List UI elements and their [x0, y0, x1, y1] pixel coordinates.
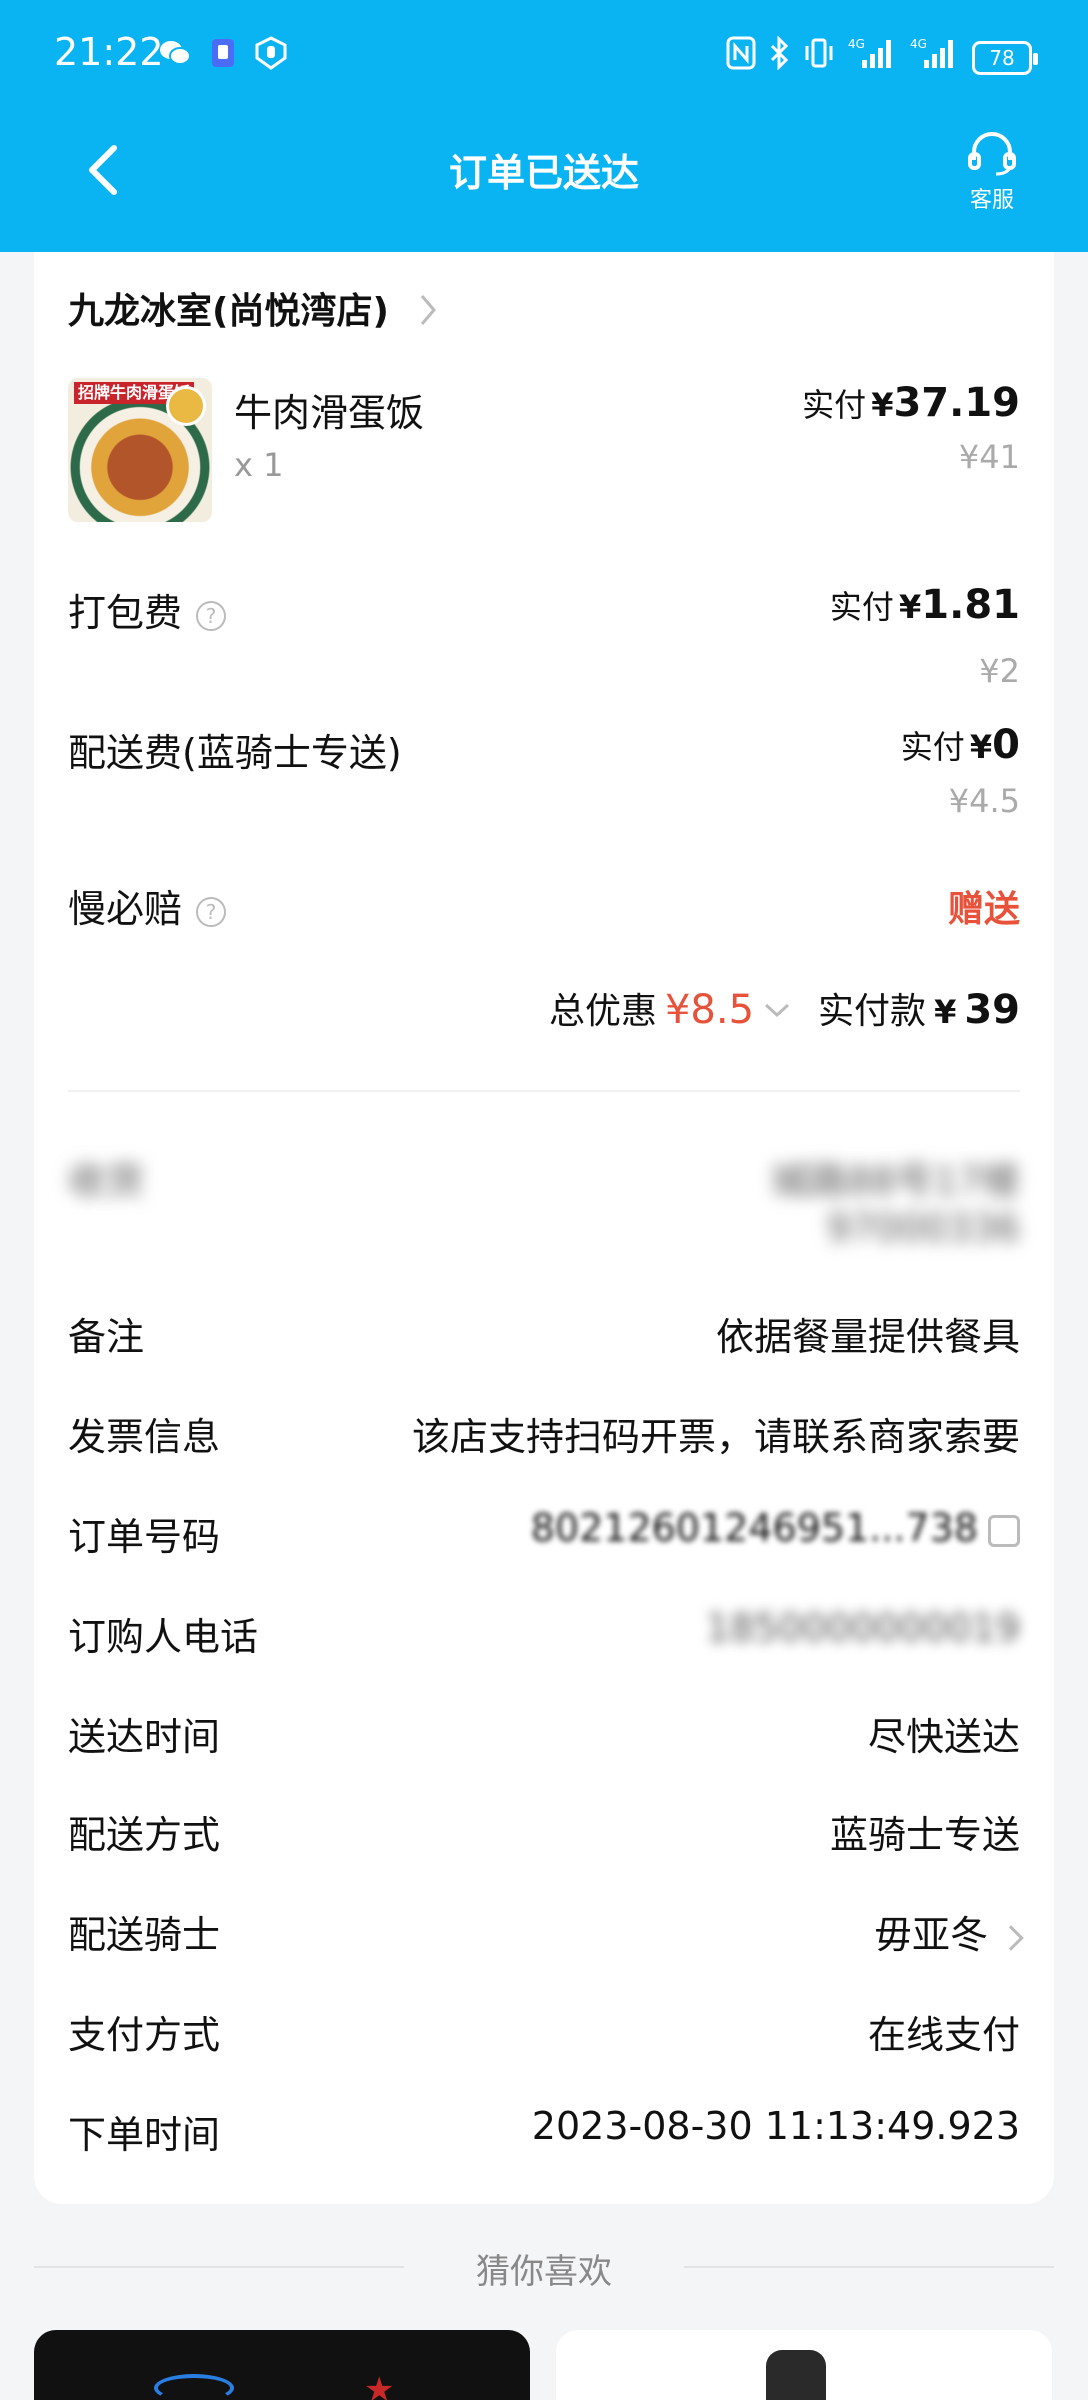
customer-service-label: 客服 — [969, 188, 1014, 213]
help-icon[interactable]: ? — [196, 600, 227, 631]
recommend-title: 猜你喜欢 — [476, 2252, 612, 2292]
signal-icon-1: 4G — [848, 36, 898, 79]
order-time-value: 2023-08-30 11:13:49.923 — [531, 2104, 1020, 2148]
address-line2: 97000336 — [826, 1206, 1020, 1250]
item-pay-label: 实付 — [802, 386, 867, 424]
item-paid: 实付 ¥37.19 — [802, 380, 1020, 426]
discount-amount[interactable]: ¥8.5 — [665, 987, 754, 1033]
recommend-card[interactable]: ★ — [34, 2330, 530, 2400]
store-name[interactable]: 九龙冰室(尚悦湾店) — [68, 282, 389, 334]
hand-shield-icon — [254, 36, 288, 70]
packing-pay-label: 实付 — [829, 588, 894, 626]
packing-pay-amount: 1.81 — [921, 582, 1020, 628]
customer-service-button[interactable]: 客服 — [956, 130, 1028, 214]
order-detail-card: 九龙冰室(尚悦湾店) 招牌牛肉滑蛋饭 牛肉滑蛋饭 x 1 实付 ¥37.19 ¥… — [34, 252, 1054, 2204]
item-quantity: x 1 — [234, 446, 284, 484]
address-line1: 城路88号17楼 — [771, 1159, 1020, 1203]
bluetooth-icon — [768, 35, 790, 79]
food-image[interactable]: 招牌牛肉滑蛋饭 — [68, 378, 212, 522]
late-compensation-label: 慢必赔 — [68, 887, 183, 931]
payment-method-value: 在线支付 — [867, 2013, 1020, 2057]
order-number-label: 订单号码 — [68, 1515, 221, 1559]
total-amount: 39 — [964, 987, 1020, 1033]
medal-icon — [166, 386, 206, 426]
status-bar: 21:22 4G 4G 78 — [0, 0, 1088, 110]
delivery-fee-paid: 实付 ¥0 — [901, 722, 1020, 768]
rider-name: 毋亚冬 — [873, 1913, 988, 1957]
item-pay-currency: ¥ — [871, 386, 894, 424]
rider-row[interactable]: 毋亚冬 — [873, 1904, 1024, 1959]
remark-label: 备注 — [68, 1315, 145, 1359]
invoice-label: 发票信息 — [68, 1415, 221, 1459]
packing-fee-label: 打包费 — [68, 591, 183, 635]
total-label: 实付款 — [818, 991, 927, 1032]
help-icon[interactable]: ? — [196, 896, 227, 927]
copy-icon[interactable] — [988, 1514, 1020, 1547]
app-notification-icon — [206, 36, 240, 70]
wechat-icon — [158, 36, 192, 70]
order-number-value: 80212601246951...738 — [530, 1506, 978, 1550]
nfc-icon — [726, 36, 756, 79]
order-summary: 总优惠 ¥8.5 实付款 ¥ 39 — [549, 982, 1020, 1034]
late-compensation-row: 慢必赔? — [68, 878, 227, 933]
vibrate-icon — [802, 36, 836, 79]
star-icon: ★ — [364, 2370, 395, 2400]
divider — [68, 1090, 1020, 1092]
delivery-pay-amount: 0 — [992, 722, 1020, 768]
delivery-time-value: 尽快送达 — [867, 1715, 1020, 1759]
payment-method-label: 支付方式 — [68, 2013, 221, 2057]
status-time: 21:22 — [54, 30, 164, 74]
rider-label: 配送骑士 — [68, 1913, 221, 1957]
remark-value: 依据餐量提供餐具 — [715, 1315, 1020, 1359]
recommend-card[interactable] — [556, 2330, 1052, 2400]
invoice-value: 该店支持扫码开票，请联系商家索要 — [411, 1415, 1020, 1459]
svg-text:4G: 4G — [848, 37, 865, 51]
phone-label: 订购人电话 — [68, 1615, 259, 1659]
order-number-row: 80212601246951...738 — [531, 1506, 1020, 1550]
total-currency: ¥ — [934, 993, 957, 1031]
delivery-method-label: 配送方式 — [68, 1813, 221, 1857]
delivery-pay-label: 实付 — [900, 728, 965, 766]
delivery-time-label: 送达时间 — [68, 1715, 221, 1759]
phone-value: 1850000000019 — [705, 1606, 1020, 1650]
top-bar: 21:22 4G 4G 78 订单已送达 客服 — [0, 0, 1088, 252]
bottle-image — [766, 2350, 826, 2400]
packing-pay-currency: ¥ — [899, 588, 922, 626]
item-name: 牛肉滑蛋饭 — [234, 391, 425, 435]
brand-logo-icon — [154, 2374, 234, 2400]
svg-text:4G: 4G — [910, 37, 927, 51]
delivery-method-value: 蓝骑士专送 — [829, 1813, 1020, 1857]
store-chevron-icon[interactable] — [416, 290, 440, 334]
chevron-right-icon — [998, 1924, 1024, 1951]
chevron-down-icon[interactable] — [762, 991, 792, 1032]
late-compensation-value: 赠送 — [947, 889, 1020, 930]
item-pay-amount: 37.19 — [893, 380, 1020, 426]
signal-icon-2: 4G — [910, 36, 960, 79]
page-title: 订单已送达 — [448, 151, 639, 195]
battery-icon: 78 — [972, 40, 1038, 75]
headset-icon — [968, 132, 1016, 176]
packing-original-price: ¥2 — [979, 652, 1020, 690]
packing-fee-paid: 实付 ¥1.81 — [830, 582, 1020, 628]
delivery-pay-currency: ¥ — [969, 728, 993, 766]
item-original-price: ¥41 — [958, 438, 1020, 476]
delivery-fee-label: 配送费(蓝骑士专送) — [68, 731, 402, 775]
delivery-original-price: ¥4.5 — [948, 782, 1020, 820]
order-time-label: 下单时间 — [68, 2113, 221, 2157]
status-system-icons: 4G 4G 78 — [726, 35, 1038, 79]
discount-label: 总优惠 — [548, 991, 657, 1032]
status-notification-icons — [158, 36, 288, 70]
packing-fee-row: 打包费? — [68, 582, 227, 637]
address-label: 收货 — [68, 1159, 145, 1203]
